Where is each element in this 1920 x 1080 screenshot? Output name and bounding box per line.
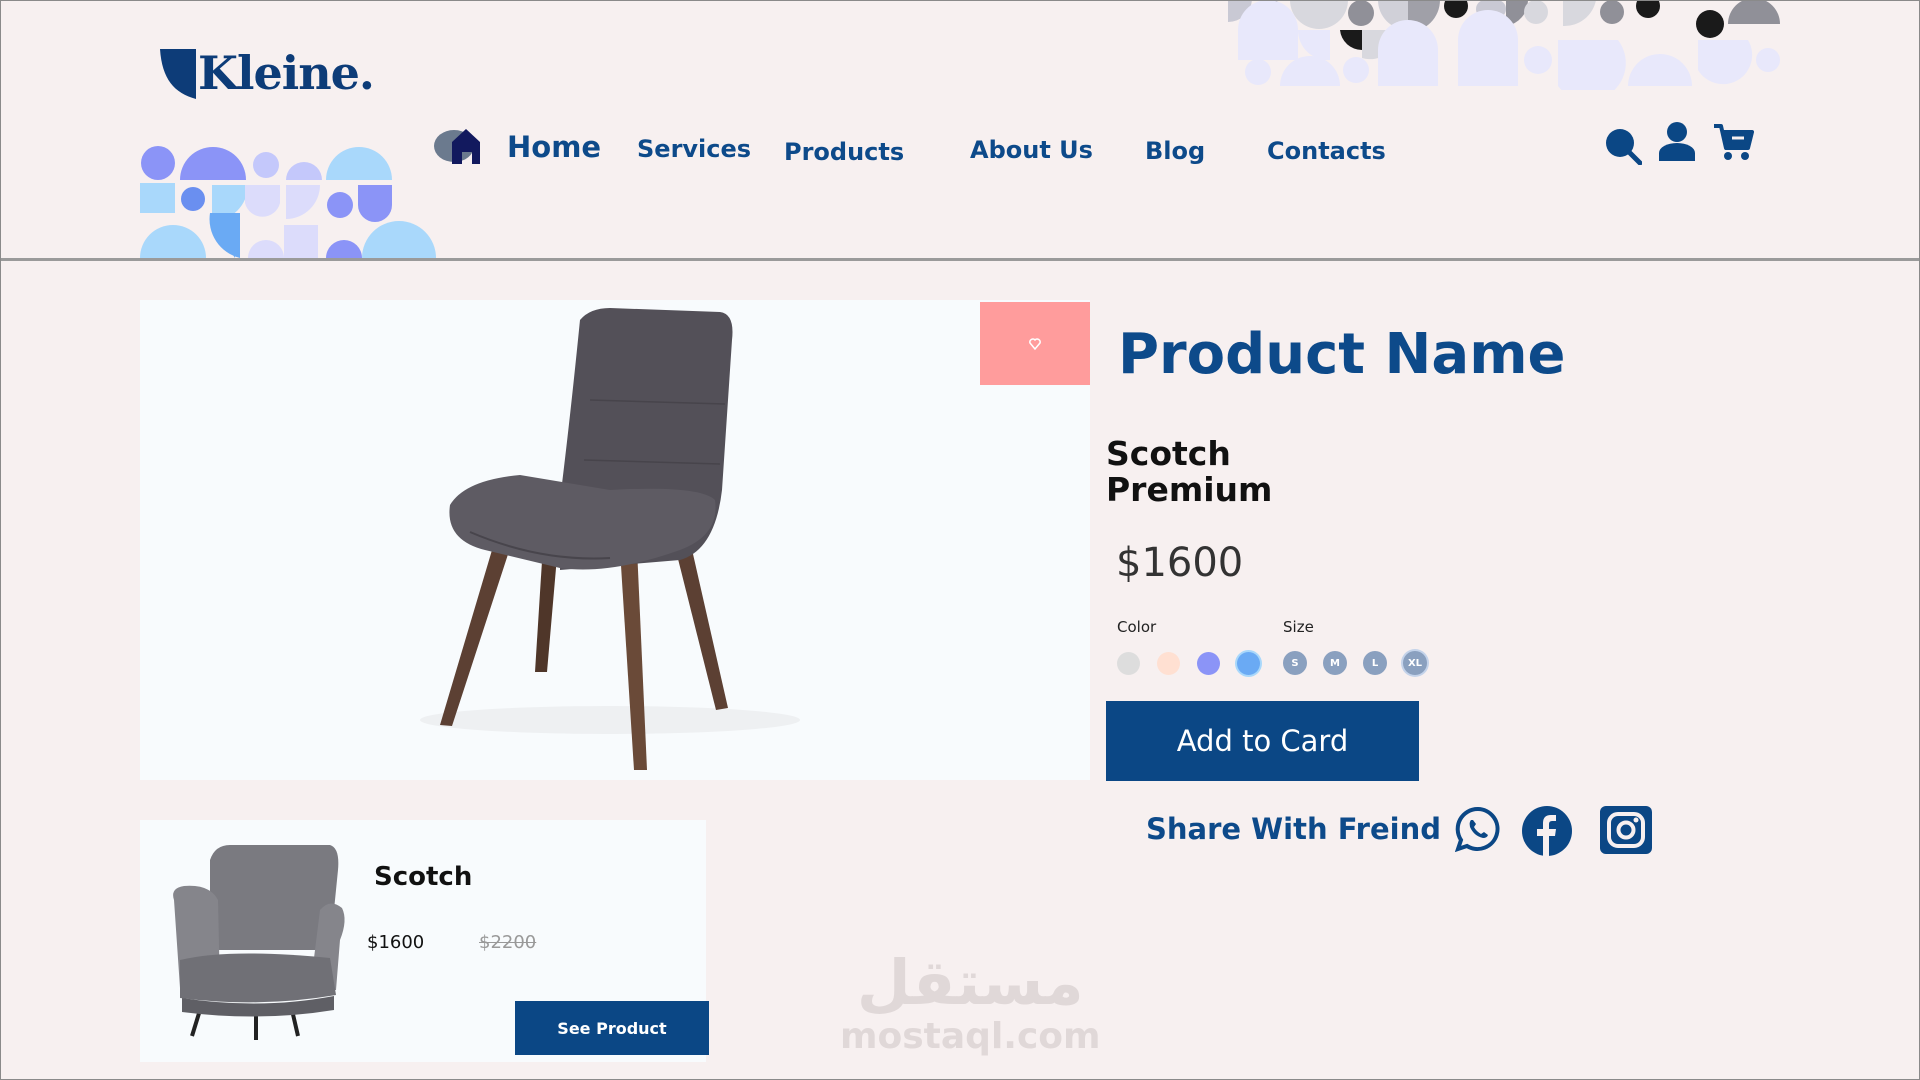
watermark-latin: mostaql.com	[840, 1016, 1101, 1057]
related-product-price: $1600	[367, 932, 425, 953]
watermark-arabic: مستقل	[856, 946, 1084, 1019]
home-icon[interactable]	[432, 126, 488, 166]
nav-services[interactable]: Services	[637, 135, 751, 163]
color-swatch-peach[interactable]	[1157, 652, 1180, 675]
product-image-panel	[140, 300, 1090, 780]
decorative-shapes-left	[140, 146, 436, 258]
whatsapp-icon[interactable]	[1455, 806, 1501, 852]
cart-icon[interactable]	[1712, 122, 1754, 162]
site-header: Kleine. Home Services Products About Us …	[0, 0, 1920, 261]
size-option-l[interactable]: L	[1363, 651, 1387, 675]
brand-name: Kleine.	[198, 46, 375, 100]
color-label: Color	[1117, 618, 1157, 636]
color-swatch-blue[interactable]	[1237, 652, 1260, 675]
related-product-old-price: $2200	[479, 932, 537, 953]
related-product-title: Scotch	[374, 862, 473, 892]
chair-image	[420, 308, 800, 770]
product-name: Product Name	[1118, 322, 1566, 387]
search-icon[interactable]	[1604, 127, 1642, 165]
see-product-button[interactable]: See Product	[515, 1001, 709, 1055]
heart-icon	[1029, 337, 1041, 350]
nav-products[interactable]: Products	[784, 138, 904, 166]
size-option-m[interactable]: M	[1323, 651, 1347, 675]
favorite-button[interactable]	[980, 302, 1090, 385]
color-swatch-gray[interactable]	[1117, 652, 1140, 675]
color-swatch-violet[interactable]	[1197, 652, 1220, 675]
decorative-shapes-right	[1228, 0, 1780, 90]
watermark: مستقل mostaql.com	[840, 946, 1101, 1058]
facebook-icon[interactable]	[1522, 806, 1572, 856]
product-price: $1600	[1116, 540, 1244, 586]
size-option-xl[interactable]: XL	[1403, 651, 1427, 675]
logo-shield-icon	[160, 49, 196, 99]
size-label: Size	[1283, 618, 1314, 636]
add-to-card-button[interactable]: Add to Card	[1106, 701, 1419, 781]
nav-contacts[interactable]: Contacts	[1267, 137, 1386, 165]
product-subtitle: Scotch Premium	[1106, 434, 1273, 509]
user-icon[interactable]	[1659, 121, 1695, 161]
share-label: Share With Freind	[1146, 812, 1441, 846]
nav-blog[interactable]: Blog	[1145, 137, 1205, 165]
size-option-s[interactable]: S	[1283, 651, 1307, 675]
armchair-image	[173, 845, 345, 1040]
instagram-icon[interactable]	[1600, 806, 1652, 854]
nav-home[interactable]: Home	[507, 130, 601, 164]
nav-about-us[interactable]: About Us	[970, 136, 1093, 164]
brand-logo[interactable]: Kleine.	[160, 46, 375, 100]
